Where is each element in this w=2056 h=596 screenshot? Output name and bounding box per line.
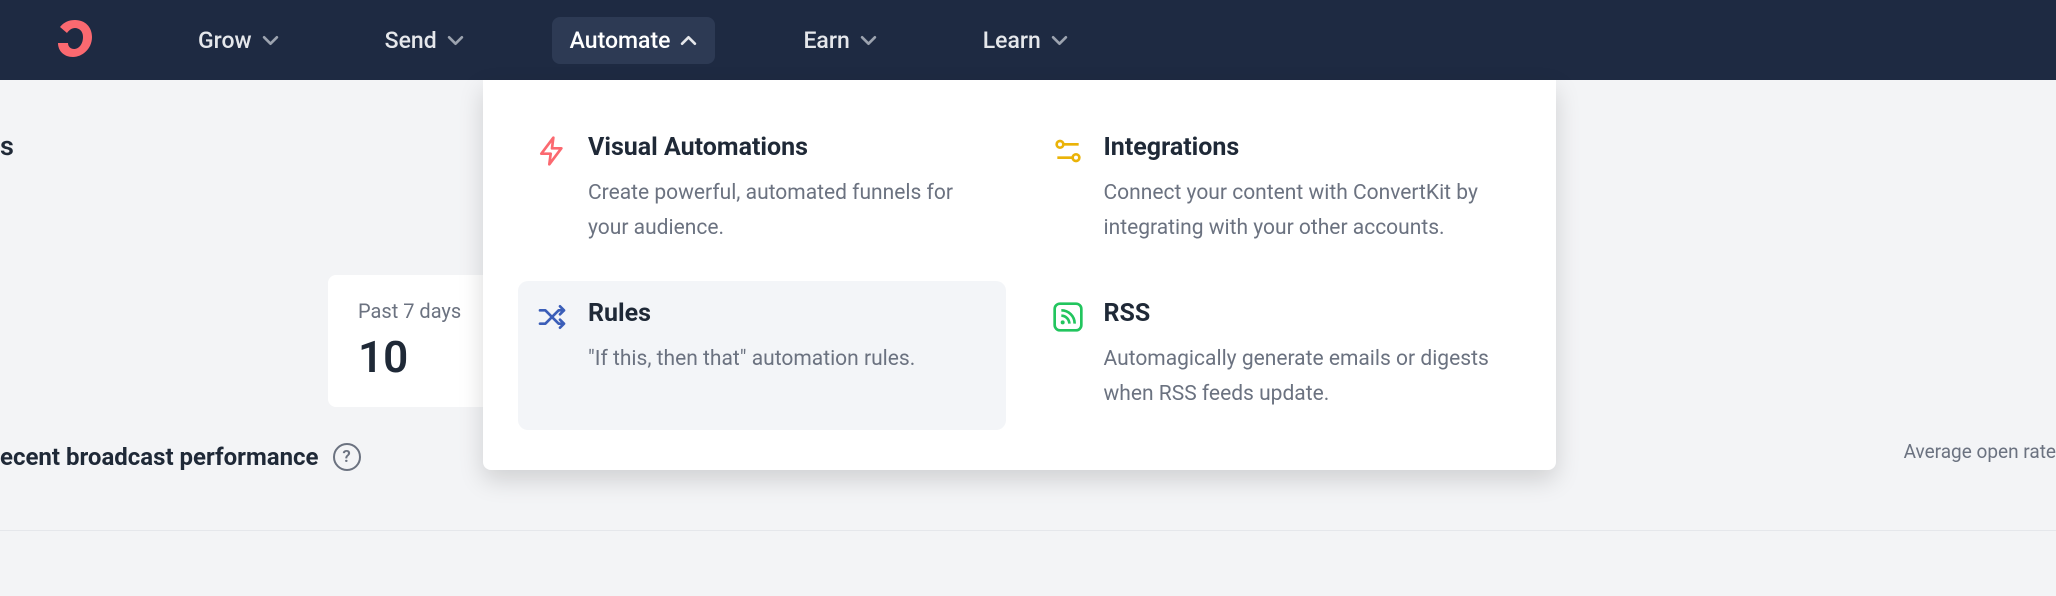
logo — [50, 15, 100, 65]
integrations-icon — [1052, 135, 1084, 167]
dropdown-title: Rules — [588, 299, 988, 328]
dropdown-visual-automations[interactable]: Visual Automations Create powerful, auto… — [518, 115, 1006, 263]
automate-dropdown: Visual Automations Create powerful, auto… — [483, 80, 1556, 470]
dropdown-title: RSS — [1104, 299, 1504, 328]
chevron-down-icon — [262, 32, 279, 49]
chevron-down-icon — [447, 32, 464, 49]
subscribers-label: s — [0, 130, 14, 162]
logo-icon — [50, 15, 100, 65]
rss-icon — [1052, 301, 1084, 333]
nav-label: Learn — [983, 27, 1041, 54]
shuffle-icon — [536, 301, 568, 333]
side-label: Average open rate — [1904, 440, 2056, 463]
nav-automate[interactable]: Automate — [552, 17, 716, 64]
dropdown-rules[interactable]: Rules "If this, then that" automation ru… — [518, 281, 1006, 429]
dropdown-integrations[interactable]: Integrations Connect your content with C… — [1034, 115, 1522, 263]
broadcast-heading: ecent broadcast performance ? — [0, 443, 361, 471]
help-icon[interactable]: ? — [333, 443, 361, 471]
dropdown-desc: Automagically generate emails or digests… — [1104, 342, 1504, 411]
nav-label: Earn — [803, 27, 849, 54]
nav-label: Send — [385, 27, 437, 54]
nav-send[interactable]: Send — [367, 17, 482, 64]
nav-grow[interactable]: Grow — [180, 17, 297, 64]
chevron-up-icon — [680, 32, 697, 49]
dropdown-desc: Create powerful, automated funnels for y… — [588, 176, 988, 245]
chevron-down-icon — [860, 32, 877, 49]
nav-earn[interactable]: Earn — [785, 17, 894, 64]
chevron-down-icon — [1051, 32, 1068, 49]
dropdown-title: Integrations — [1104, 133, 1504, 162]
nav-learn[interactable]: Learn — [965, 17, 1086, 64]
subscribers-heading-fragment: s — [0, 130, 14, 162]
nav-label: Grow — [198, 27, 252, 54]
divider — [0, 530, 2056, 531]
dropdown-title: Visual Automations — [588, 133, 988, 162]
nav-label: Automate — [570, 27, 671, 54]
dropdown-desc: Connect your content with ConvertKit by … — [1104, 176, 1504, 245]
lightning-icon — [536, 135, 568, 167]
broadcast-label: ecent broadcast performance — [0, 443, 319, 471]
dropdown-desc: "If this, then that" automation rules. — [588, 342, 988, 377]
navbar: Grow Send Automate Earn Learn — [0, 0, 2056, 80]
dropdown-rss[interactable]: RSS Automagically generate emails or dig… — [1034, 281, 1522, 429]
